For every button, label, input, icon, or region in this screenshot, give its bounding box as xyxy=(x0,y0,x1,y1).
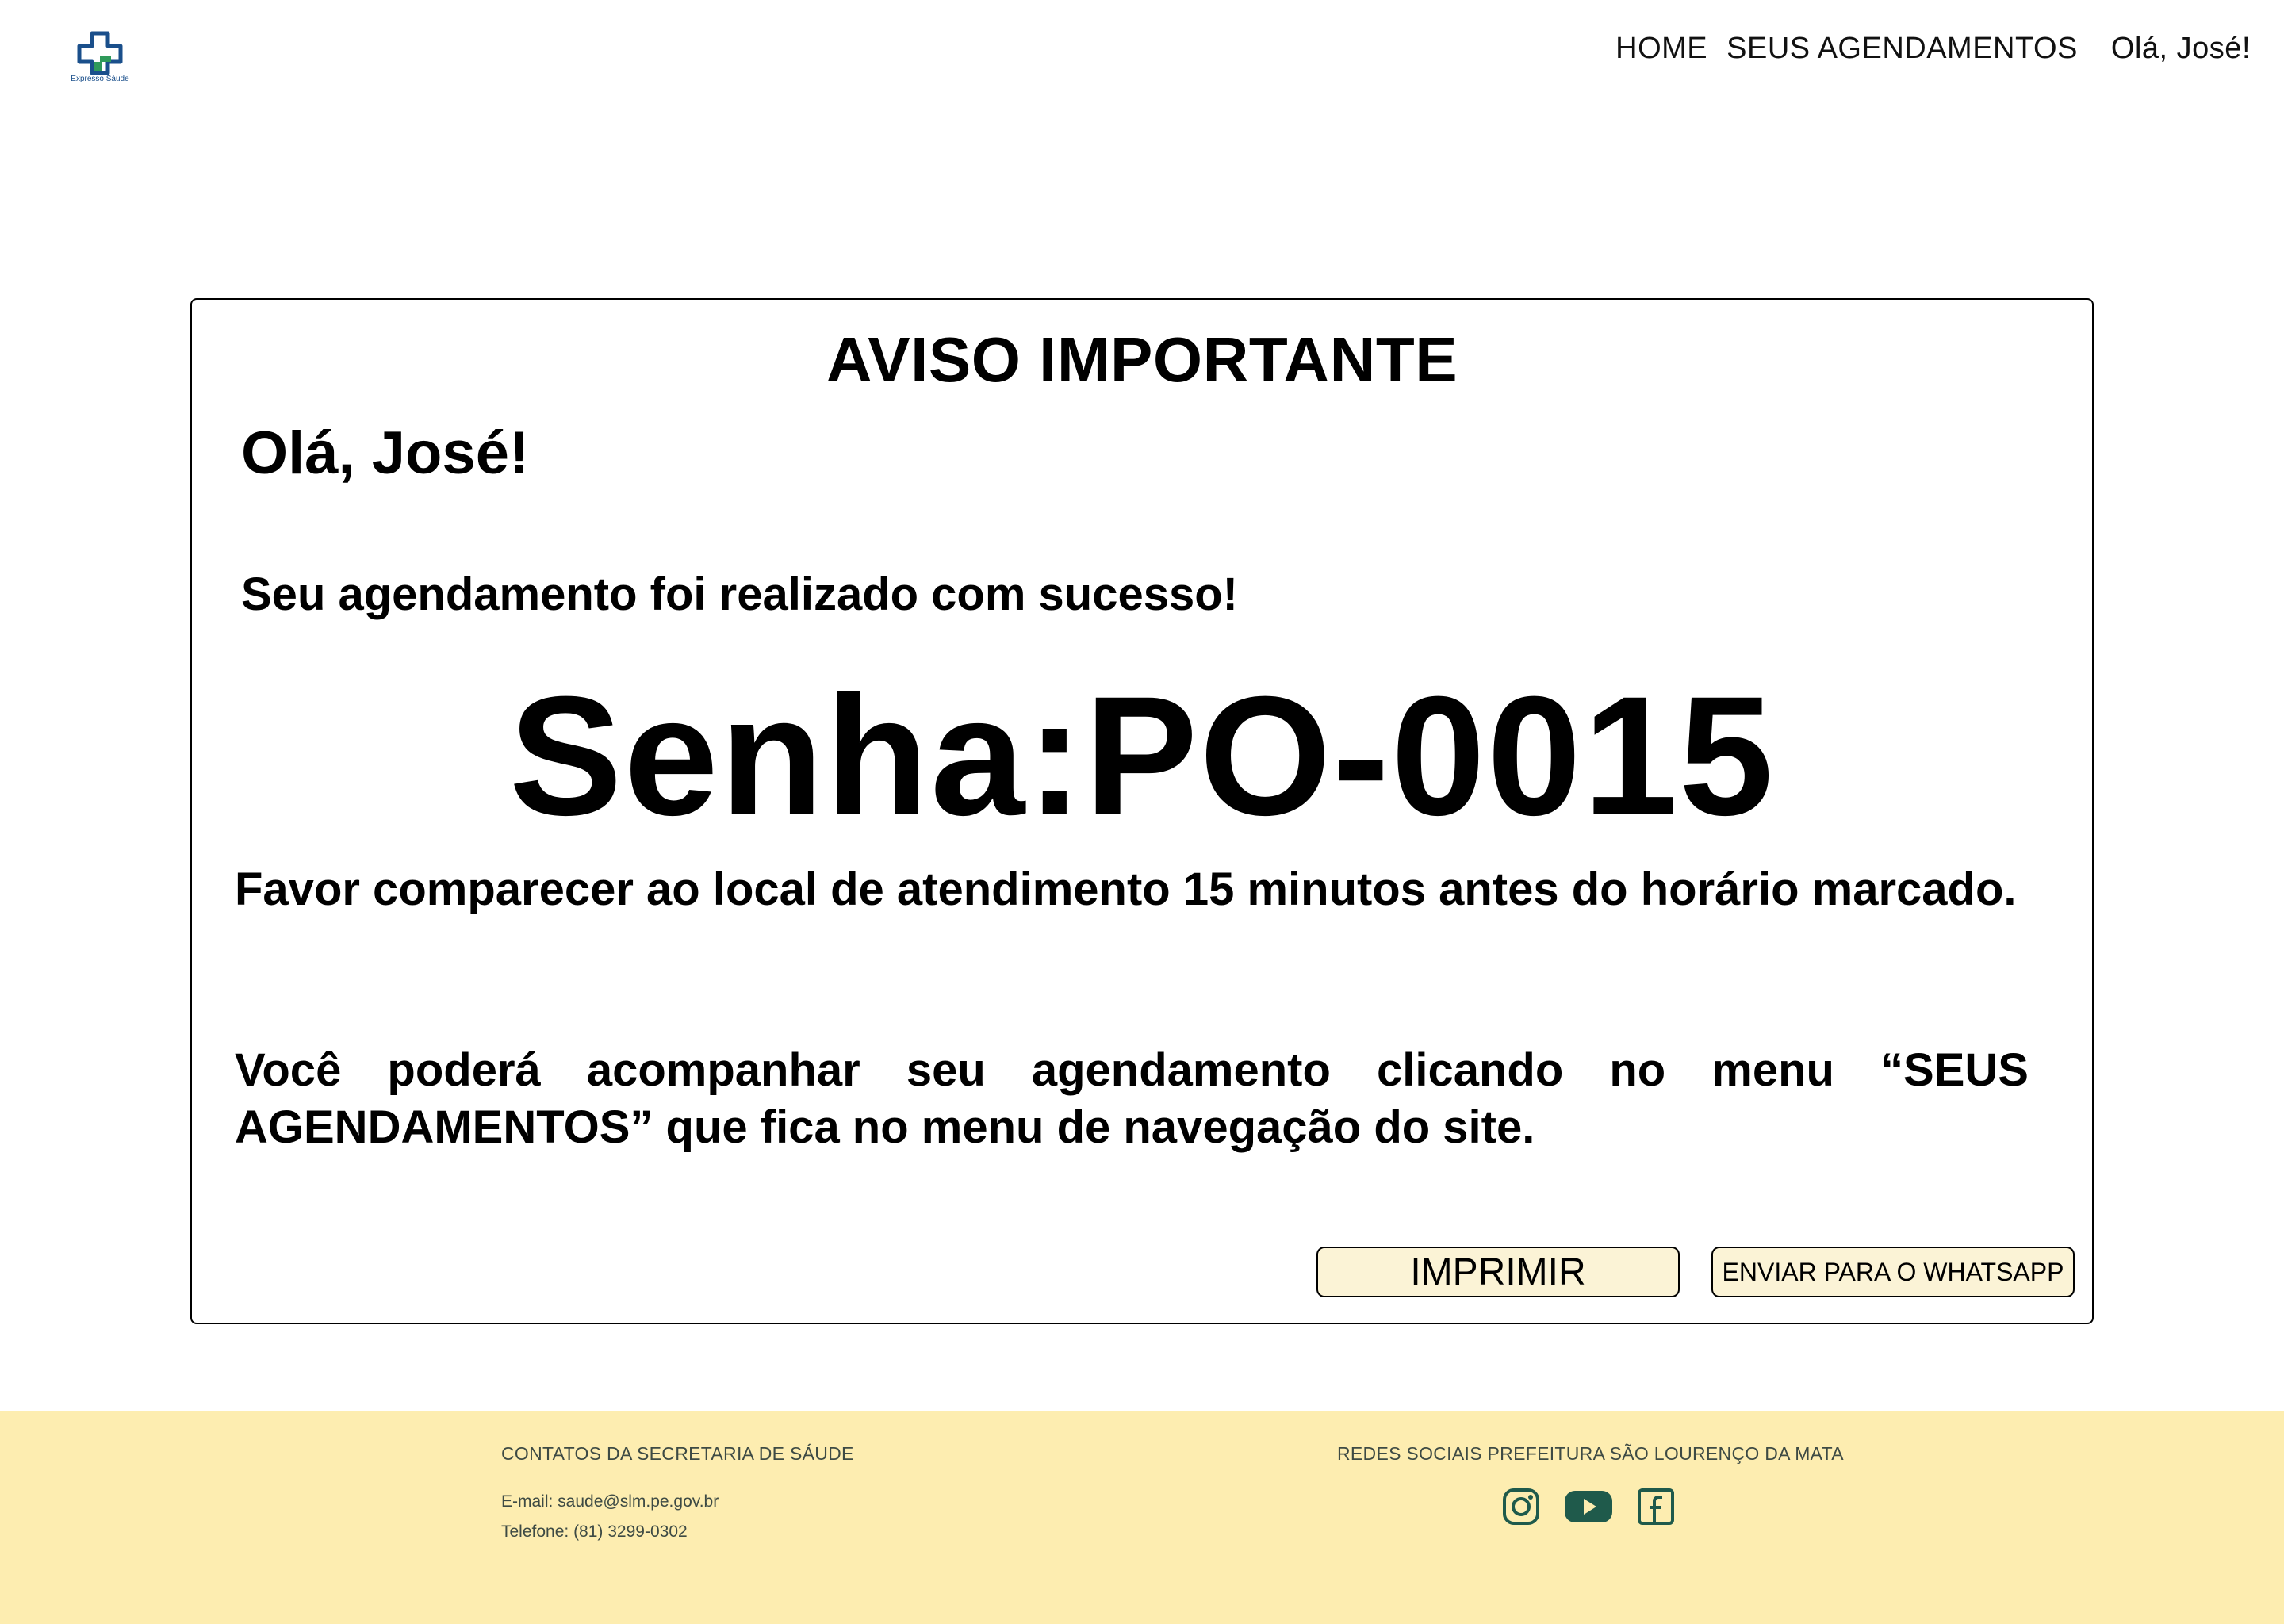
tracking-instruction: Você poderá acompanhar seu agendamento c… xyxy=(235,1044,2029,1153)
facebook-icon[interactable] xyxy=(1637,1488,1675,1526)
social-title: REDES SOCIAIS PREFEITURA SÃO LOURENÇO DA… xyxy=(1337,1443,1844,1464)
main-nav: HOME SEUS AGENDAMENTOS Olá, José! xyxy=(1615,32,2251,66)
logo-text: Expresso Sáude xyxy=(71,75,129,83)
notice-greeting: Olá, José! xyxy=(241,419,530,487)
notice-title: AVISO IMPORTANTE xyxy=(826,324,1458,395)
contacts-title: CONTATOS DA SECRETARIA DE SÁUDE xyxy=(501,1443,854,1464)
notice-card: AVISO IMPORTANTE Olá, José! Seu agendame… xyxy=(190,298,2094,1324)
print-button[interactable]: IMPRIMIR xyxy=(1316,1247,1680,1297)
site-footer: CONTATOS DA SECRETARIA DE SÁUDE E-mail: … xyxy=(0,1411,2284,1624)
contact-email: E-mail: saude@slm.pe.gov.br xyxy=(501,1492,719,1511)
contact-phone: Telefone: (81) 3299-0302 xyxy=(501,1522,688,1541)
instagram-icon[interactable] xyxy=(1502,1488,1540,1526)
ticket-number: Senha:PO-0015 xyxy=(509,661,1775,851)
success-message: Seu agendamento foi realizado com sucess… xyxy=(241,569,1238,620)
site-logo[interactable]: Expresso Sáude xyxy=(68,29,132,89)
user-greeting[interactable]: Olá, José! xyxy=(2111,32,2251,66)
nav-appointments-link[interactable]: SEUS AGENDAMENTOS xyxy=(1726,32,2078,66)
arrival-instruction: Favor comparecer ao local de atendimento… xyxy=(235,864,2017,915)
send-whatsapp-button[interactable]: ENVIAR PARA O WHATSAPP xyxy=(1711,1247,2075,1297)
medical-cross-icon xyxy=(77,31,123,75)
nav-home-link[interactable]: HOME xyxy=(1615,32,1707,66)
youtube-icon[interactable] xyxy=(1564,1488,1613,1526)
